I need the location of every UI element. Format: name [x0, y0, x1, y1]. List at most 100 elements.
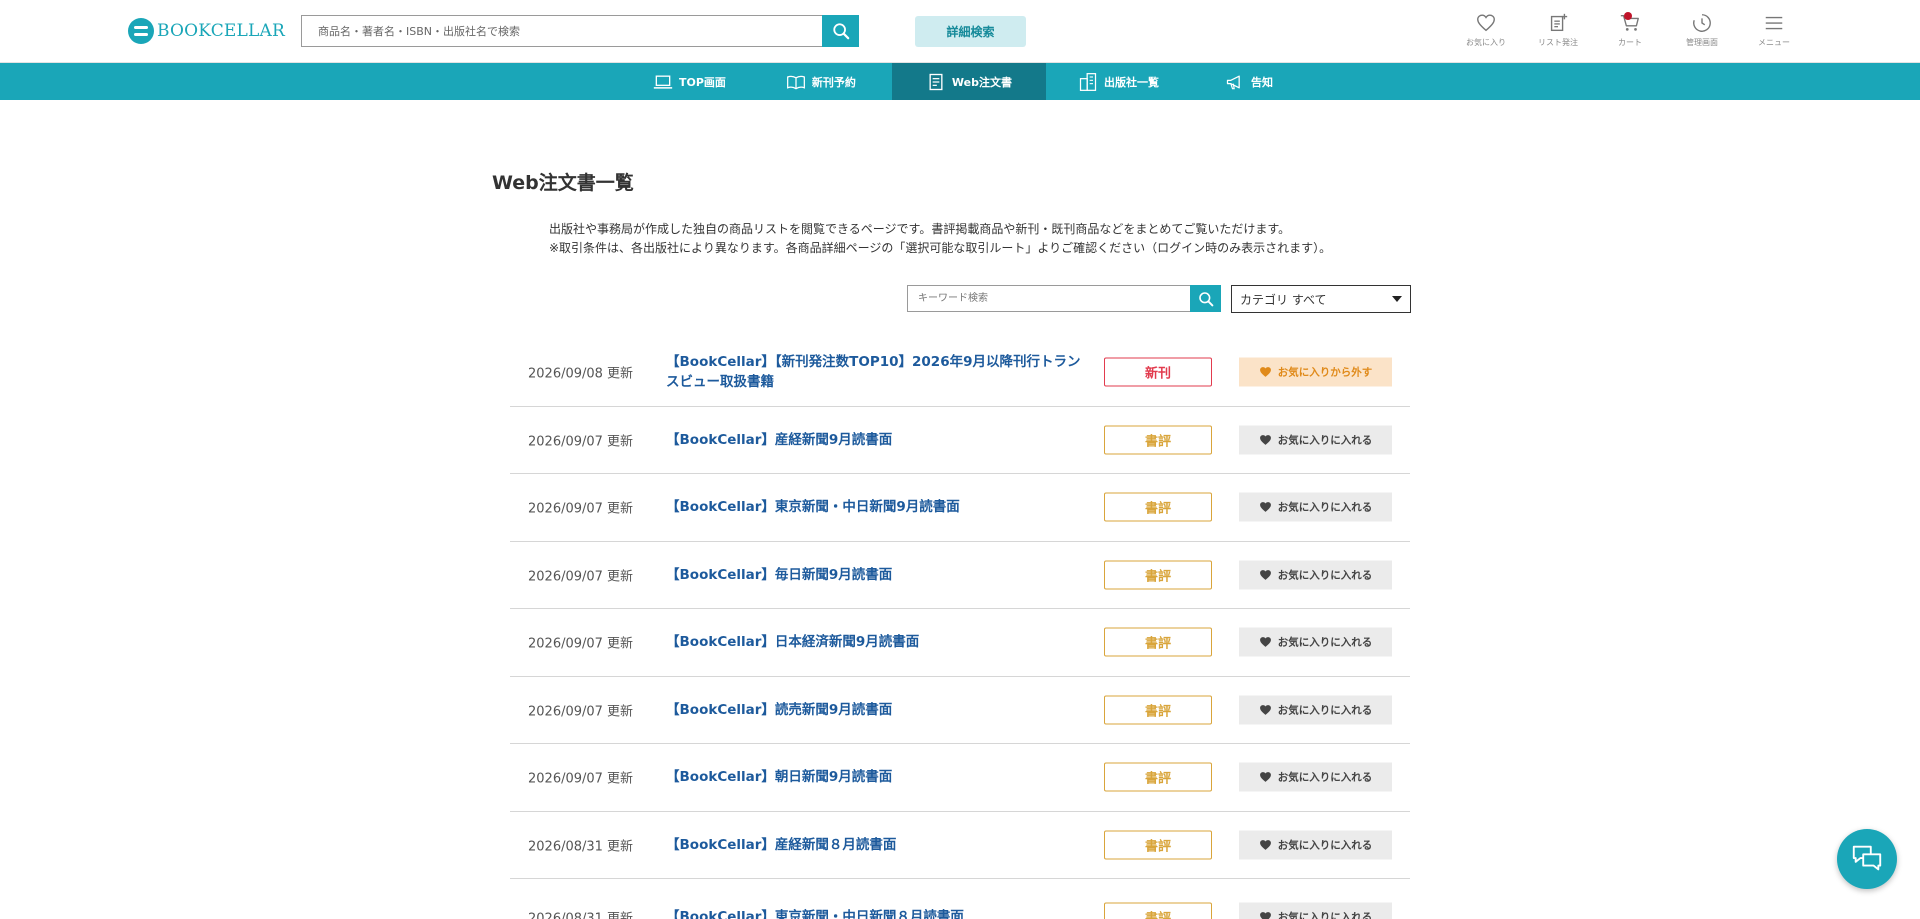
admin-label: 管理画面: [1686, 37, 1718, 48]
order-badge: 書評: [1104, 493, 1212, 522]
heart-icon: [1259, 911, 1272, 919]
favorite-label: お気に入りに入れる: [1278, 500, 1373, 515]
favorite-label: お気に入りに入れる: [1278, 837, 1373, 852]
document-icon: [926, 72, 946, 92]
heart-icon: [1259, 636, 1272, 649]
remove-favorite-button[interactable]: お気に入りから外す: [1239, 358, 1392, 387]
description-line-1: 出版社や事務局が作成した独自の商品リストを閲覧できるページです。書評掲載商品や新…: [549, 220, 1331, 239]
heart-icon: [1259, 433, 1272, 446]
chat-support-button[interactable]: [1837, 829, 1897, 889]
order-badge: 書評: [1104, 763, 1212, 792]
order-title-link[interactable]: 【BookCellar】朝日新聞9月読書面: [666, 767, 1086, 787]
order-row: 2026/09/07 更新 【BookCellar】東京新聞・中日新聞9月読書面…: [510, 474, 1410, 542]
category-select-value: カテゴリ すべて: [1240, 291, 1327, 308]
menu-button[interactable]: メニュー: [1738, 12, 1810, 48]
order-list: 2026/09/08 更新 【BookCellar】【新刊発注数TOP10】20…: [510, 339, 1410, 919]
cart-label: カート: [1618, 37, 1642, 48]
order-title-link[interactable]: 【BookCellar】産経新聞８月読書面: [666, 835, 1086, 855]
favorite-label: お気に入りから外す: [1278, 365, 1373, 380]
page-title: Web注文書一覧: [492, 168, 634, 195]
chat-icon: [1850, 842, 1884, 876]
order-row: 2026/08/31 更新 【BookCellar】東京新聞・中日新聞８月読書面…: [510, 879, 1410, 919]
add-favorite-button[interactable]: お気に入りに入れる: [1239, 425, 1392, 454]
site-header: BOOKCELLAR 詳細検索 お気に入り リスト発注 カート 管理画面 メニュ…: [0, 0, 1920, 63]
order-title-link[interactable]: 【BookCellar】東京新聞・中日新聞８月読書面: [666, 907, 1086, 919]
cart-notification-dot: [1624, 12, 1632, 20]
global-search-input[interactable]: [301, 15, 822, 47]
laptop-icon: [653, 72, 673, 92]
chevron-down-icon: [1392, 296, 1402, 302]
heart-icon: [1475, 12, 1497, 34]
add-favorite-button[interactable]: お気に入りに入れる: [1239, 695, 1392, 724]
order-badge: 書評: [1104, 830, 1212, 859]
nav-top-label: TOP画面: [679, 74, 726, 90]
nav-notices[interactable]: 告知: [1177, 63, 1291, 100]
nav-publishers[interactable]: 出版社一覧: [1046, 63, 1177, 100]
nav-top[interactable]: TOP画面: [637, 63, 744, 100]
global-search: [301, 15, 859, 47]
add-favorite-button[interactable]: お気に入りに入れる: [1239, 830, 1392, 859]
order-row: 2026/09/08 更新 【BookCellar】【新刊発注数TOP10】20…: [510, 339, 1410, 407]
order-date: 2026/08/31 更新: [528, 835, 633, 854]
order-row: 2026/09/07 更新 【BookCellar】毎日新聞9月読書面 書評 お…: [510, 542, 1410, 610]
history-icon: [1691, 12, 1713, 34]
order-title-link[interactable]: 【BookCellar】日本経済新聞9月読書面: [666, 632, 1086, 652]
heart-icon: [1259, 568, 1272, 581]
order-title-link[interactable]: 【BookCellar】毎日新聞9月読書面: [666, 565, 1086, 585]
keyword-search-button[interactable]: [1190, 285, 1221, 312]
order-date: 2026/09/08 更新: [528, 363, 633, 382]
order-title-link[interactable]: 【BookCellar】産経新聞9月読書面: [666, 430, 1086, 450]
add-favorite-button[interactable]: お気に入りに入れる: [1239, 763, 1392, 792]
add-favorite-button[interactable]: お気に入りに入れる: [1239, 493, 1392, 522]
favorite-label: お気に入りに入れる: [1278, 770, 1373, 785]
category-select[interactable]: カテゴリ すべて: [1231, 285, 1411, 313]
logo-mark-icon: [128, 18, 154, 44]
advanced-search-button[interactable]: 詳細検索: [915, 16, 1026, 47]
menu-icon: [1763, 12, 1785, 34]
nav-publishers-label: 出版社一覧: [1104, 74, 1159, 90]
order-title-link[interactable]: 【BookCellar】【新刊発注数TOP10】2026年9月以降刊行トランスビ…: [666, 352, 1086, 392]
global-search-button[interactable]: [822, 15, 859, 47]
favorites-button[interactable]: お気に入り: [1450, 12, 1522, 48]
nav-new-releases[interactable]: 新刊予約: [744, 63, 874, 100]
nav-web-order-label: Web注文書: [952, 74, 1012, 90]
list-order-label: リスト発注: [1538, 37, 1578, 48]
list-order-icon: [1547, 12, 1569, 34]
menu-label: メニュー: [1758, 37, 1790, 48]
favorite-label: お気に入りに入れる: [1278, 635, 1373, 650]
order-row: 2026/09/07 更新 【BookCellar】読売新聞9月読書面 書評 お…: [510, 677, 1410, 745]
site-logo[interactable]: BOOKCELLAR: [128, 16, 285, 46]
order-badge: 書評: [1104, 695, 1212, 724]
order-date: 2026/09/07 更新: [528, 565, 633, 584]
order-badge: 新刊: [1104, 358, 1212, 387]
page-description: 出版社や事務局が作成した独自の商品リストを閲覧できるページです。書評掲載商品や新…: [549, 220, 1331, 258]
nav-web-order[interactable]: Web注文書: [892, 63, 1046, 100]
favorite-label: お気に入りに入れる: [1278, 432, 1373, 447]
description-line-2: ※取引条件は、各出版社により異なります。各商品詳細ページの「選択可能な取引ルート…: [549, 239, 1331, 258]
list-order-button[interactable]: リスト発注: [1522, 12, 1594, 48]
heart-icon: [1259, 838, 1272, 851]
order-title-link[interactable]: 【BookCellar】東京新聞・中日新聞9月読書面: [666, 497, 1086, 517]
order-title-link[interactable]: 【BookCellar】読売新聞9月読書面: [666, 700, 1086, 720]
nav-notices-label: 告知: [1251, 74, 1273, 90]
building-icon: [1078, 72, 1098, 92]
add-favorite-button[interactable]: お気に入りに入れる: [1239, 628, 1392, 657]
heart-icon: [1259, 771, 1272, 784]
keyword-search-input[interactable]: [907, 285, 1190, 312]
favorite-label: お気に入りに入れる: [1278, 702, 1373, 717]
heart-icon: [1259, 366, 1272, 379]
cart-button[interactable]: カート: [1594, 12, 1666, 48]
order-date: 2026/09/07 更新: [528, 498, 633, 517]
search-icon: [1198, 291, 1214, 307]
admin-button[interactable]: 管理画面: [1666, 12, 1738, 48]
order-badge: 書評: [1104, 560, 1212, 589]
main-nav: TOP画面 新刊予約 Web注文書 出版社一覧 告知: [0, 63, 1920, 100]
order-date: 2026/09/07 更新: [528, 700, 633, 719]
heart-icon: [1259, 703, 1272, 716]
heart-icon: [1259, 501, 1272, 514]
search-icon: [832, 22, 850, 40]
nav-new-releases-label: 新刊予約: [812, 74, 856, 90]
favorite-label: お気に入りに入れる: [1278, 567, 1373, 582]
add-favorite-button[interactable]: お気に入りに入れる: [1239, 560, 1392, 589]
favorites-label: お気に入り: [1466, 37, 1506, 48]
